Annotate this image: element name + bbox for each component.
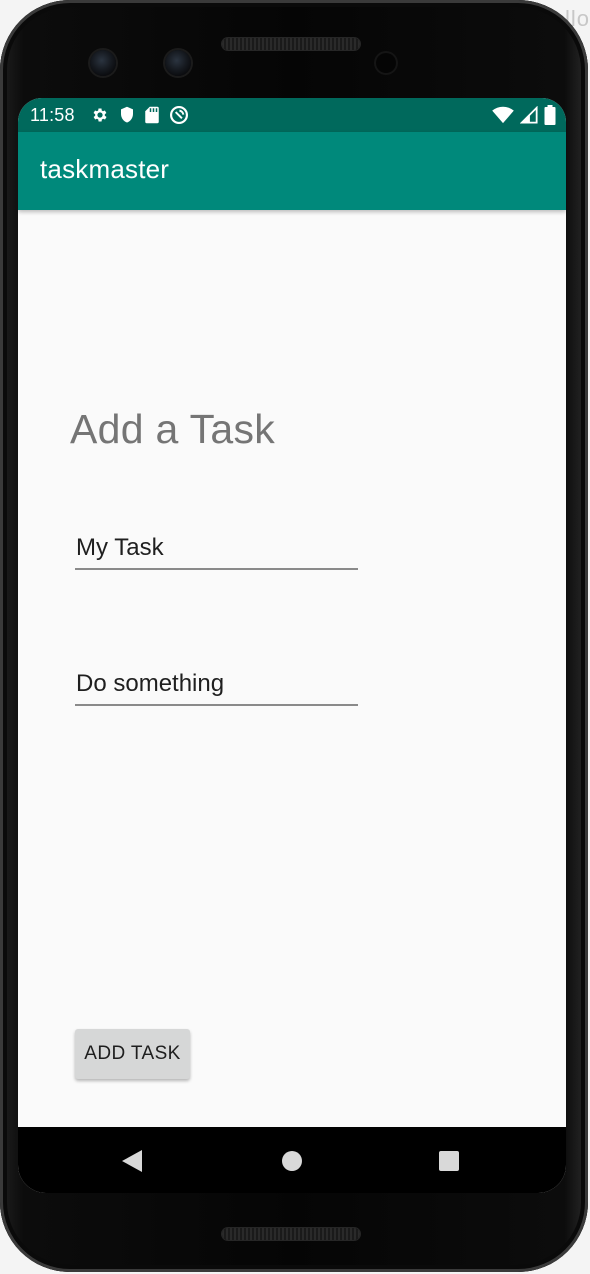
task-title-input[interactable]: [75, 528, 358, 570]
gear-icon: [93, 108, 107, 122]
phone-frame: 11:58 taskmaster Add a Task My Task Do s…: [0, 0, 588, 1272]
status-notification-icons: [91, 105, 189, 125]
cell-signal-icon: [520, 106, 538, 124]
earpiece-speaker: [222, 38, 360, 50]
recents-icon: [439, 1151, 459, 1171]
proximity-sensor: [376, 53, 396, 73]
add-task-button[interactable]: ADD TASK: [75, 1029, 190, 1079]
page-heading: Add a Task: [70, 406, 276, 452]
wifi-icon: [492, 106, 514, 124]
task-description-input[interactable]: [75, 664, 358, 706]
navigation-bar: [18, 1127, 566, 1193]
status-bar: 11:58: [18, 98, 566, 132]
battery-icon: [544, 105, 556, 125]
bottom-speaker: [222, 1228, 360, 1240]
shield-icon: [120, 106, 133, 123]
scene: llo 11:58 taskmaster Add a Task My Task …: [0, 0, 590, 1274]
device-screen: 11:58 taskmaster Add a Task My Task Do s…: [18, 98, 566, 1193]
front-camera-left: [90, 50, 116, 76]
status-time: 11:58: [30, 104, 75, 125]
front-camera-right: [165, 50, 191, 76]
app-bar: taskmaster: [18, 132, 566, 210]
nav-back-button[interactable]: [118, 1147, 146, 1175]
sd-card-icon: [144, 106, 159, 124]
back-icon: [122, 1150, 142, 1172]
sync-icon: [169, 106, 188, 124]
home-icon: [282, 1151, 302, 1171]
nav-recents-button[interactable]: [435, 1147, 463, 1175]
app-title: taskmaster: [40, 154, 170, 184]
add-task-form: Add a Task ADD TASK: [18, 210, 566, 1127]
status-system-icons: [492, 105, 556, 125]
nav-home-button[interactable]: [278, 1147, 306, 1175]
